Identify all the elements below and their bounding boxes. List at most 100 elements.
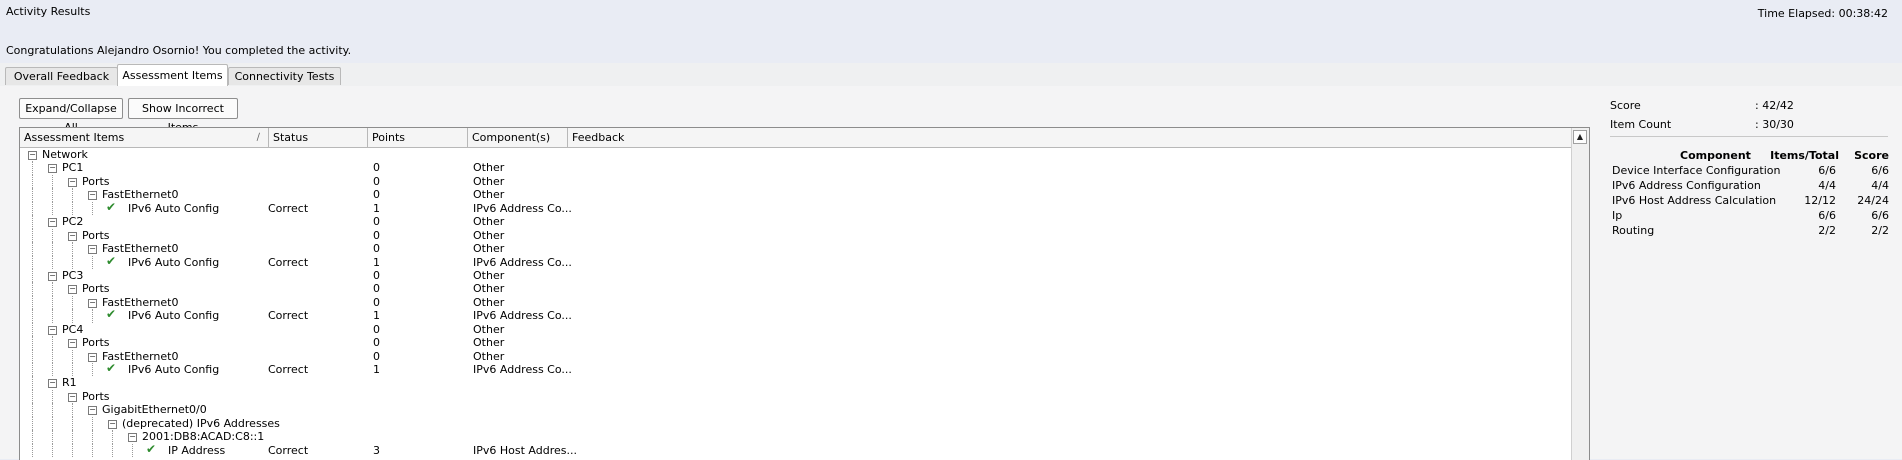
points-cell: 0	[373, 242, 380, 256]
collapse-toggle-icon[interactable]: −	[108, 419, 117, 429]
collapse-toggle-icon[interactable]: −	[68, 177, 77, 187]
tree-row[interactable]: − FastEthernet0 0 Other	[20, 242, 1571, 256]
tree-item-label: IPv6 Auto Config	[128, 363, 220, 376]
collapse-toggle-icon[interactable]: −	[88, 406, 97, 416]
check-icon: ✔	[146, 441, 157, 456]
tree-connector-line	[52, 336, 53, 350]
sort-indicator-icon: ∕	[256, 132, 260, 143]
item-count-label: Item Count	[1610, 118, 1672, 131]
component-rows: Device Interface Configuration 6/6 6/6 IPv6…	[1612, 163, 1889, 238]
tree-connector-line	[32, 349, 33, 363]
items-total-header: Items/Total	[1770, 149, 1839, 162]
tree-connector-line	[72, 416, 73, 431]
collapse-toggle-icon[interactable]: −	[68, 231, 77, 241]
tree-row[interactable]: ✔ IP Address Correct 3 IPv6 Host Addres...	[20, 441, 1571, 458]
tree-row[interactable]: ✔ IPv6 Auto Config Correct 1 IPv6 Address Co…	[20, 254, 1571, 269]
vertical-scrollbar[interactable]: ▲	[1571, 128, 1589, 460]
tree-connector-line	[92, 309, 93, 323]
component-table-header: Component Items/Total Score	[1612, 148, 1889, 163]
tree-connector-line	[32, 403, 33, 417]
collapse-toggle-icon[interactable]: −	[48, 271, 57, 281]
check-icon: ✔	[106, 199, 117, 214]
points-cell: 0	[373, 215, 380, 229]
expand-collapse-all-button[interactable]: Expand/Collapse All	[19, 98, 123, 134]
summary-divider	[1610, 136, 1888, 137]
tree-row[interactable]: − PC3 0 Other	[20, 268, 1571, 283]
tree-connector-line	[72, 403, 73, 417]
column-header-feedback[interactable]: Feedback	[568, 128, 1571, 147]
tree-row[interactable]: − Ports	[20, 389, 1571, 404]
tree-row[interactable]: − FastEthernet0 0 Other	[20, 188, 1571, 202]
tab-bar: Overall Feedback Assessment Items Connec…	[0, 63, 1902, 87]
tree-row[interactable]: −2001:DB8:ACAD:C8::1	[20, 430, 1571, 444]
component-cell: Other	[473, 349, 505, 363]
tab-assessment-items[interactable]: Assessment Items	[117, 64, 228, 87]
tab-overall-feedback[interactable]: Overall Feedback	[5, 67, 118, 85]
component-cell: Other	[473, 295, 505, 309]
tree-connector-line	[52, 282, 53, 296]
component-row: IPv6 Host Address Calculation 12/12 24/24	[1612, 193, 1889, 208]
collapse-toggle-icon[interactable]: −	[68, 339, 77, 349]
tree-row[interactable]: − Network	[20, 148, 1571, 161]
tree-connector-line	[32, 255, 33, 269]
collapse-toggle-icon[interactable]: −	[48, 379, 57, 389]
collapse-toggle-icon[interactable]: −	[88, 245, 97, 255]
points-cell: 1	[373, 201, 380, 215]
tree-connector-line	[52, 403, 53, 417]
tree-connector-line	[32, 336, 33, 350]
component-name: Routing	[1612, 224, 1655, 237]
collapse-toggle-icon[interactable]: −	[88, 298, 97, 308]
tree-row[interactable]: − Ports 0 Other	[20, 174, 1571, 189]
tree-row[interactable]: − Ports 0 Other	[20, 336, 1571, 350]
component-score-table: Component Items/Total Score Device Inter…	[1612, 148, 1889, 238]
column-header-points[interactable]: Points	[368, 128, 468, 147]
tree-connector-line	[72, 443, 73, 458]
tree-row[interactable]: ✔ IPv6 Auto Config Correct 1 IPv6 Address Co…	[20, 199, 1571, 216]
tree-row[interactable]: − FastEthernet0 0 Other	[20, 349, 1571, 363]
tab-connectivity-tests[interactable]: Connectivity Tests	[228, 67, 341, 85]
collapse-toggle-icon[interactable]: −	[68, 285, 77, 295]
status-cell: Correct	[268, 201, 309, 215]
tree-item-label: Ports	[82, 174, 110, 188]
show-incorrect-items-button[interactable]: Show Incorrect Items	[128, 98, 238, 134]
tree-row[interactable]: − (deprecated) IPv6 Addresses	[20, 416, 1571, 431]
collapse-toggle-icon[interactable]: −	[28, 151, 37, 160]
status-cell: Correct	[268, 443, 309, 457]
tree-row[interactable]: − R1	[20, 376, 1571, 390]
component-items-total: 4/4	[1818, 179, 1836, 192]
tree-row[interactable]: − PC1 0 Other	[20, 161, 1571, 175]
tree-connector-line	[72, 295, 73, 310]
tree-item-label: IP Address	[168, 443, 226, 457]
collapse-toggle-icon[interactable]: −	[128, 433, 137, 443]
tree-row[interactable]: − Ports 0 Other	[20, 282, 1571, 296]
collapse-toggle-icon[interactable]: −	[48, 325, 57, 335]
column-header-components[interactable]: Component(s)	[468, 128, 568, 147]
component-cell: Other	[473, 268, 505, 282]
tree-row[interactable]: ✔ IPv6 Auto Config Correct 1 IPv6 Address Co…	[20, 362, 1571, 377]
collapse-toggle-icon[interactable]: −	[88, 191, 97, 201]
tree-row[interactable]: ✔ IPv6 Auto Config Correct 1 IPv6 Address Co…	[20, 308, 1571, 323]
column-header-status[interactable]: Status	[269, 128, 368, 147]
tree-row[interactable]: − PC4 0 Other	[20, 322, 1571, 337]
collapse-toggle-icon[interactable]: −	[88, 352, 97, 362]
tree-row[interactable]: − Ports 0 Other	[20, 228, 1571, 243]
tree-row[interactable]: − FastEthernet0 0 Other	[20, 295, 1571, 310]
tree-connector-line	[32, 268, 33, 283]
tree-item-label: IPv6 Auto Config	[128, 309, 220, 323]
tree-row[interactable]: − PC2 0 Other	[20, 215, 1571, 229]
collapse-toggle-icon[interactable]: −	[68, 392, 77, 402]
collapse-toggle-icon[interactable]: −	[48, 218, 57, 228]
collapse-toggle-icon[interactable]: −	[48, 164, 57, 174]
tree-connector-line	[32, 376, 33, 390]
column-header-assessment-items[interactable]: Assessment Items ∕	[20, 128, 269, 147]
tree-item-label: R1	[62, 376, 77, 390]
tree-connector-line	[52, 228, 53, 243]
tree-connector-line	[52, 389, 53, 404]
points-cell: 0	[373, 322, 380, 336]
tree-row[interactable]: − GigabitEthernet0/0	[20, 403, 1571, 417]
tree-connector-line	[72, 363, 73, 377]
component-name: IPv6 Host Address Calculation	[1612, 194, 1777, 207]
tree-connector-line	[52, 349, 53, 363]
scroll-up-arrow-icon[interactable]: ▲	[1573, 130, 1587, 144]
tree-item-label: (deprecated) IPv6 Addresses	[122, 416, 280, 430]
